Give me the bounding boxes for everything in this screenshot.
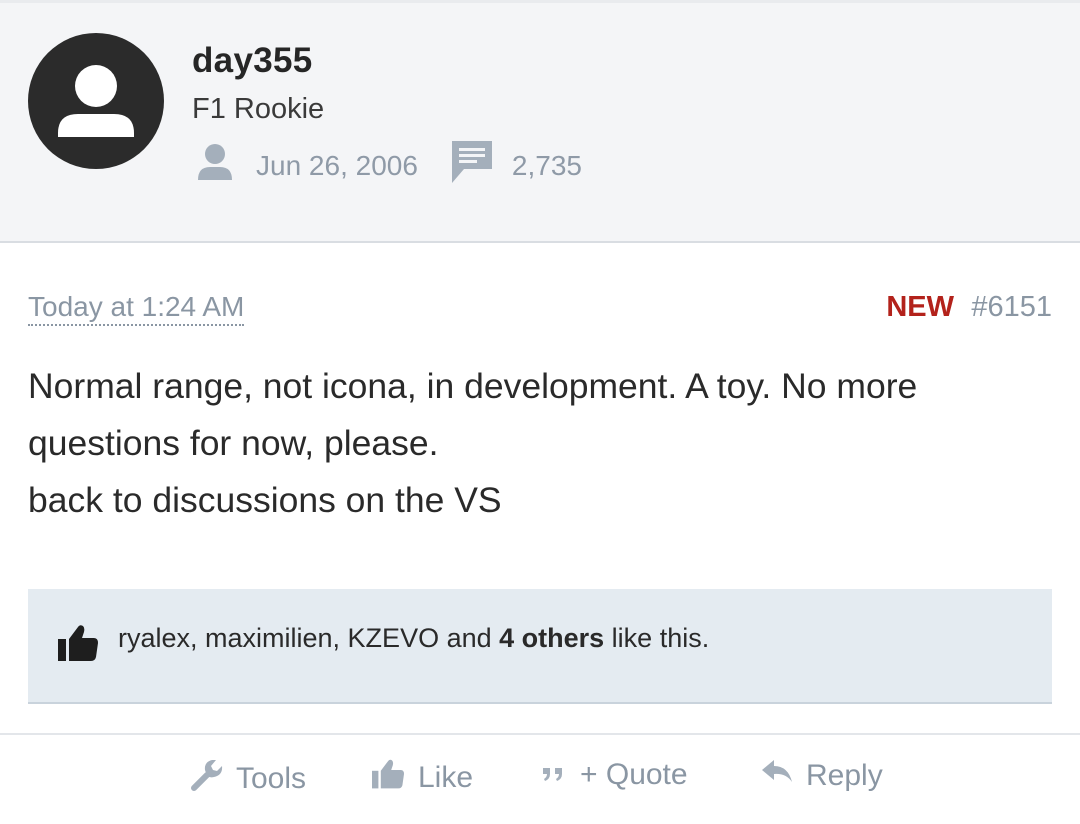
reply-arrow-icon	[760, 758, 794, 794]
forum-post: day355 F1 Rookie Jun 26, 2006 2,735 Toda…	[0, 0, 1080, 824]
reply-label: Reply	[806, 759, 883, 792]
thumbs-up-icon	[56, 623, 100, 668]
new-badge: NEW	[886, 291, 954, 323]
post-number[interactable]: #6151	[971, 290, 1052, 324]
likes-suffix: like this.	[604, 623, 710, 653]
tools-label: Tools	[236, 762, 307, 795]
user-header: day355 F1 Rookie Jun 26, 2006 2,735	[0, 0, 1080, 243]
reply-button[interactable]: Reply	[760, 758, 883, 794]
divider	[0, 733, 1080, 735]
message-line: Normal range, not icona, in development.…	[28, 366, 918, 406]
likes-summary: ryalex, maximilien, KZEVO and 4 others l…	[28, 589, 1052, 704]
likes-text[interactable]: ryalex, maximilien, KZEVO and 4 others l…	[118, 623, 709, 654]
like-label: Like	[418, 761, 474, 794]
thumbs-up-icon	[370, 758, 406, 798]
quote-icon	[540, 758, 568, 792]
post-timestamp[interactable]: Today at 1:24 AM	[28, 290, 245, 326]
avatar[interactable]	[28, 33, 164, 169]
message-line: back to discussions on the VS	[28, 480, 502, 520]
message-body: Normal range, not icona, in development.…	[28, 358, 1058, 529]
wrench-icon	[190, 758, 224, 800]
quote-button[interactable]: + Quote	[540, 758, 688, 792]
avatar-icon	[58, 65, 134, 137]
like-button[interactable]: Like	[370, 758, 473, 798]
person-icon	[196, 142, 234, 189]
message-icon	[450, 139, 494, 192]
likes-others[interactable]: 4 others	[499, 623, 604, 653]
post-meta: Today at 1:24 AM NEW #6151	[28, 290, 1052, 330]
message-line: questions for now, please.	[28, 423, 439, 463]
tools-button[interactable]: Tools	[190, 758, 306, 800]
join-date: Jun 26, 2006	[256, 149, 418, 181]
user-title: F1 Rookie	[192, 93, 325, 125]
username[interactable]: day355	[192, 41, 313, 81]
user-stats: Jun 26, 2006 2,735	[196, 139, 582, 192]
likes-names[interactable]: ryalex, maximilien, KZEVO and	[118, 623, 499, 653]
message-count[interactable]: 2,735	[512, 150, 582, 182]
post-actions: Tools Like + Quote Reply	[0, 758, 1080, 804]
quote-label: + Quote	[580, 758, 688, 791]
